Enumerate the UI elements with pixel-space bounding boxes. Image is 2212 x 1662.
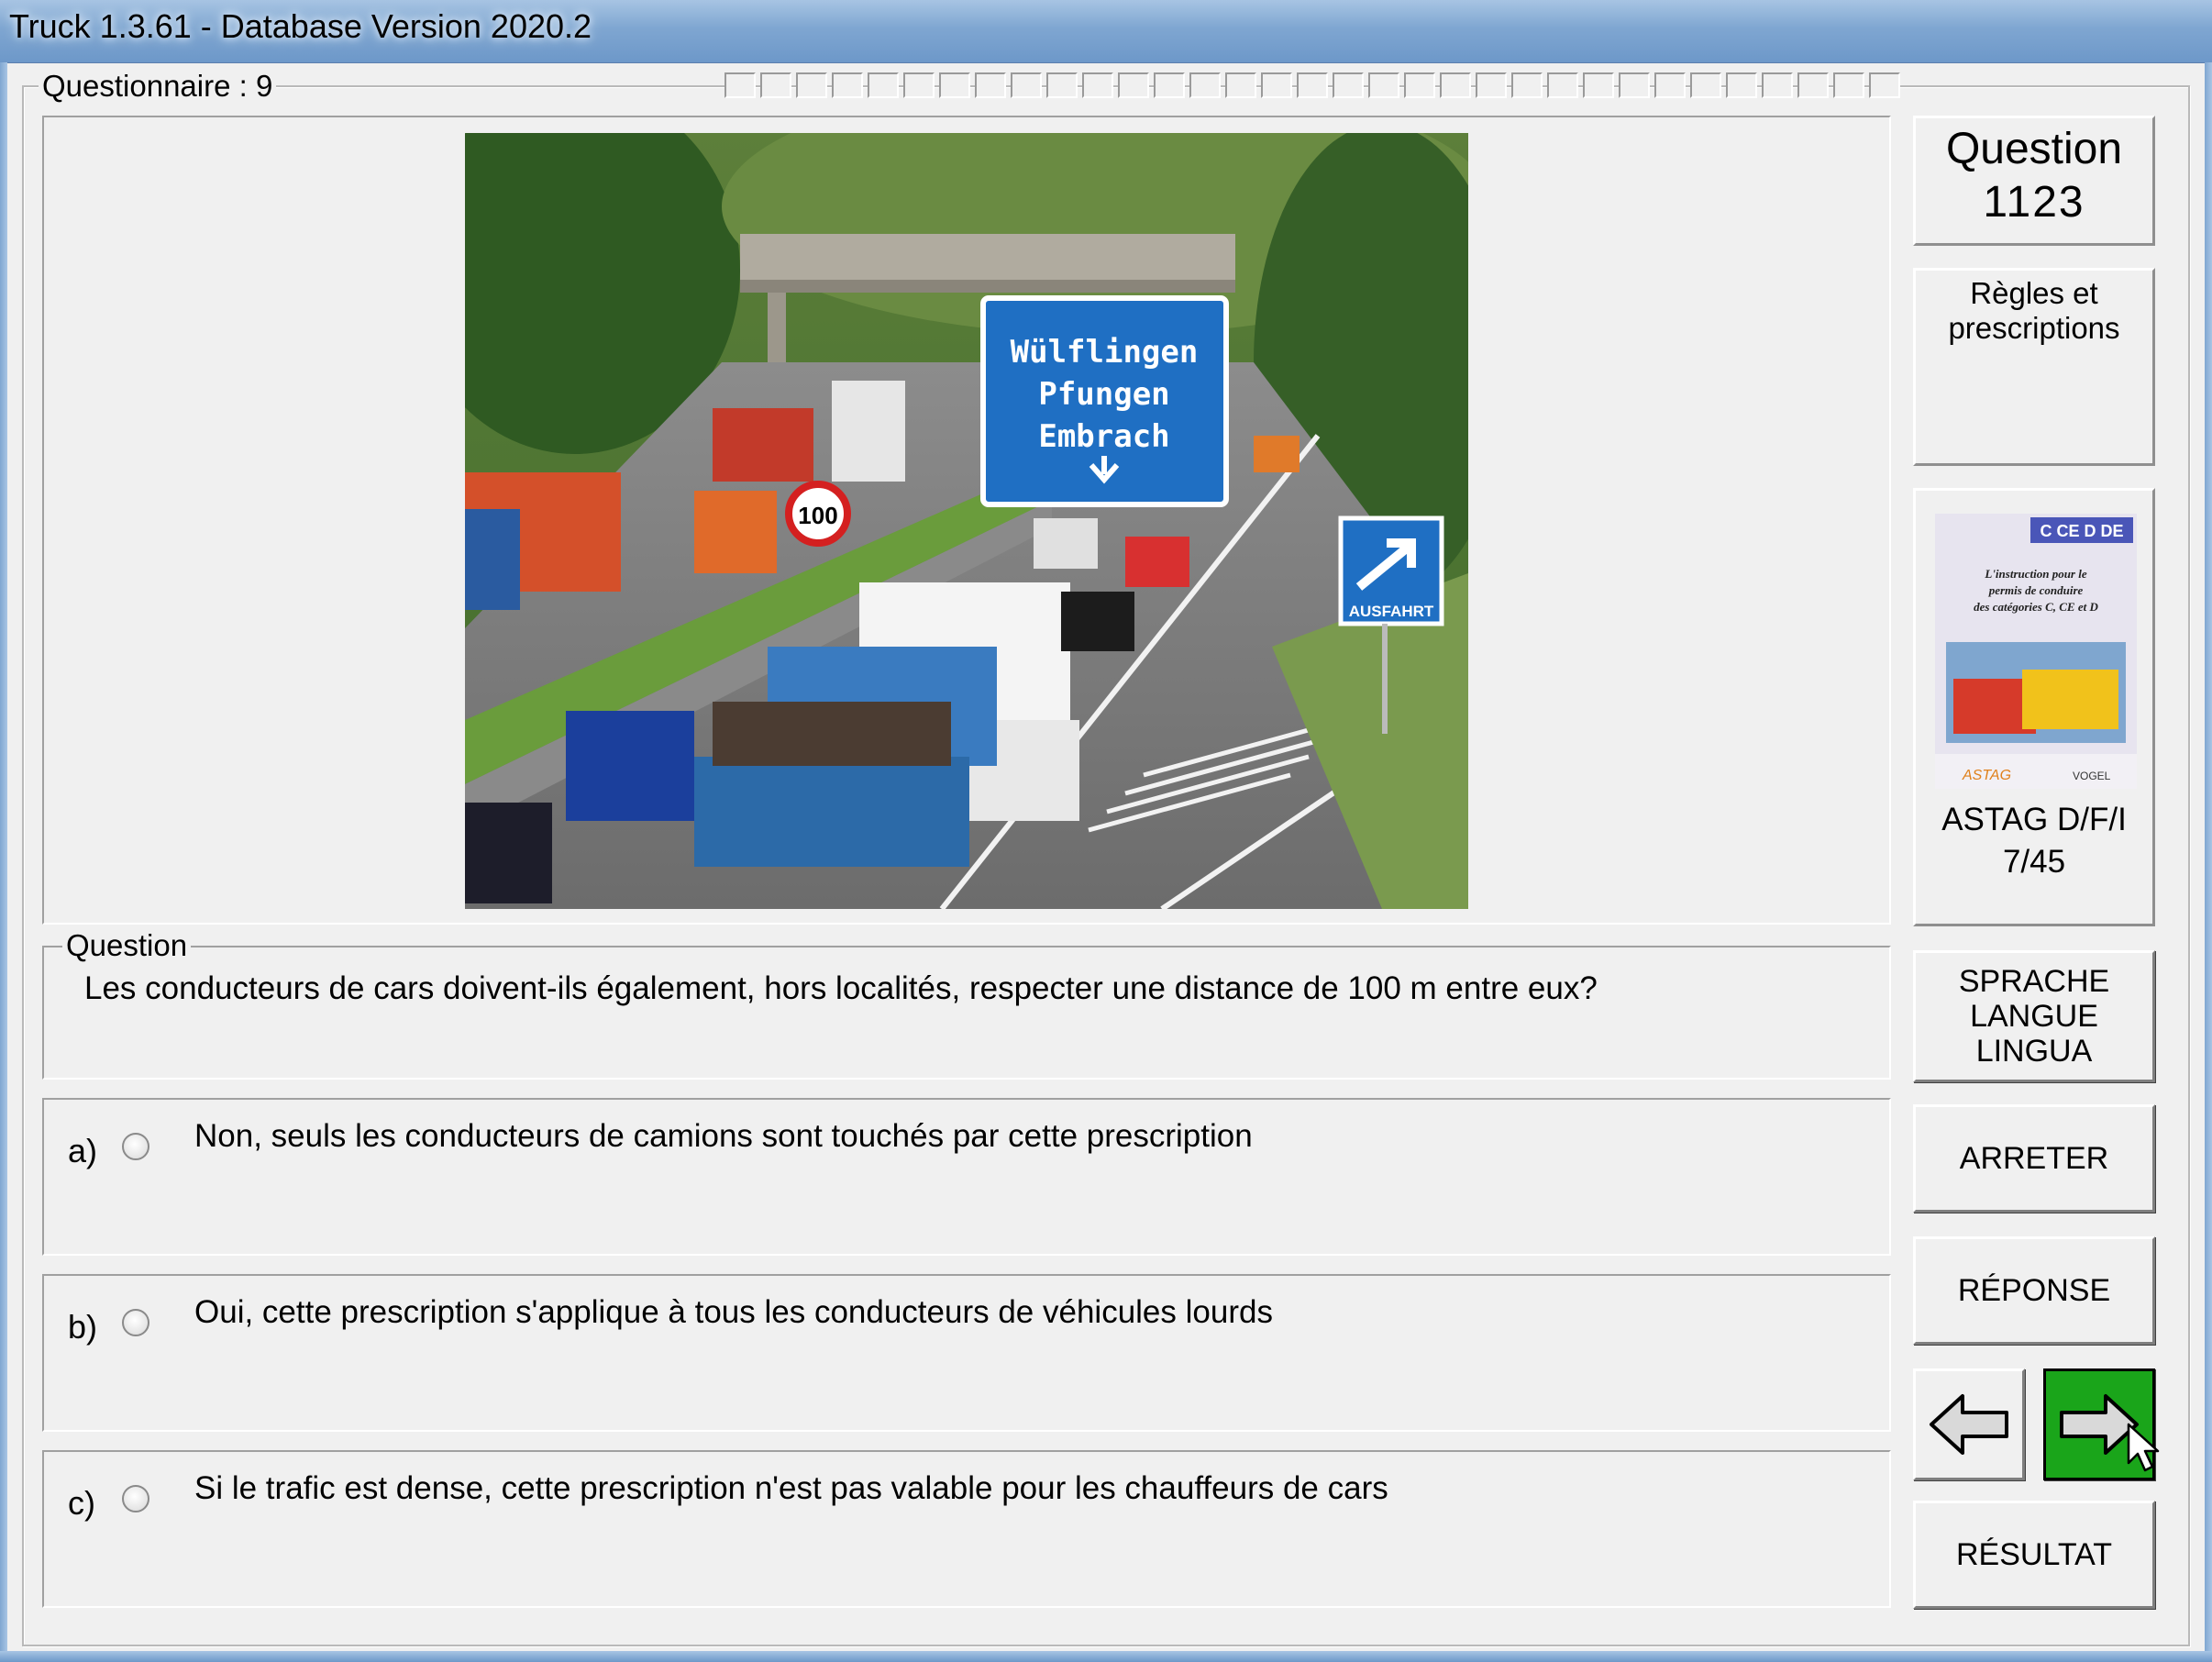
window-frame-bottom: [0, 1651, 2212, 1662]
answer-a-radio[interactable]: [122, 1133, 149, 1160]
answer-a-text[interactable]: Non, seuls les conducteurs de camions so…: [194, 1118, 1253, 1155]
book-caption-3: des catégories C, CE et D: [1974, 600, 2098, 614]
progress-cell: [1440, 72, 1471, 98]
result-button[interactable]: RÉSULTAT: [1913, 1501, 2155, 1609]
source-line-2: 7/45: [2002, 844, 2066, 880]
progress-cell: [1333, 72, 1364, 98]
window-frame-left: [0, 62, 7, 1662]
answer-c-radio[interactable]: [122, 1485, 149, 1512]
answer-c-label: c): [68, 1484, 95, 1522]
source-line-1: ASTAG D/F/I: [1941, 802, 2127, 837]
progress-cell: [1654, 72, 1686, 98]
speed-sign-text: 100: [798, 502, 837, 529]
progress-cell: [1082, 72, 1113, 98]
stop-button[interactable]: ARRETER: [1913, 1104, 2155, 1213]
sign-line-3: Embrach: [1038, 418, 1169, 455]
progress-cell: [1011, 72, 1042, 98]
answer-b-label: b): [68, 1308, 98, 1346]
next-button[interactable]: [2043, 1368, 2160, 1480]
progress-cell: [903, 72, 935, 98]
progress-cell: [1476, 72, 1507, 98]
svg-text:VOGEL: VOGEL: [2073, 770, 2111, 782]
title-bar: Truck 1.3.61 - Database Version 2020.2: [0, 0, 2212, 63]
category-line-1: Règles et: [1970, 276, 2098, 310]
question-photo: 100 Wülflingen Pfungen Embrach AUSFAHRT: [465, 133, 1468, 909]
progress-cell: [1154, 72, 1185, 98]
progress-cell: [724, 72, 756, 98]
progress-cell: [832, 72, 863, 98]
progress-cell: [796, 72, 827, 98]
progress-cell: [1833, 72, 1864, 98]
language-button[interactable]: SPRACHE LANGUE LINGUA: [1913, 950, 2155, 1082]
question-number-panel: Question 1123: [1913, 116, 2155, 246]
category-panel: Règles et prescriptions: [1913, 268, 2155, 466]
language-line-1: SPRACHE: [1958, 964, 2110, 999]
progress-cell: [1118, 72, 1149, 98]
progress-cell: [1404, 72, 1435, 98]
answer-a-label: a): [68, 1132, 98, 1169]
progress-cell: [1726, 72, 1757, 98]
previous-button[interactable]: [1913, 1368, 2025, 1480]
sign-line-1: Wülflingen: [1011, 334, 1199, 371]
progress-cell: [1583, 72, 1614, 98]
question-panel: [42, 946, 1891, 1080]
book-caption-2: permis de conduire: [1988, 583, 2084, 597]
progress-cell: [975, 72, 1006, 98]
progress-cell: [1046, 72, 1078, 98]
answer-c-text[interactable]: Si le trafic est dense, cette prescripti…: [194, 1470, 1388, 1507]
progress-cell: [1368, 72, 1399, 98]
progress-cell: [1797, 72, 1829, 98]
category-line-2: prescriptions: [1948, 311, 2120, 345]
question-number-label: Question: [1945, 125, 2123, 173]
book-caption-1: L'instruction pour le: [1984, 567, 2086, 581]
progress-cell: [1297, 72, 1328, 98]
questionnaire-legend: Questionnaire : 9: [39, 70, 277, 103]
language-line-2: LANGUE: [1970, 999, 2098, 1034]
progress-cell: [1690, 72, 1721, 98]
progress-cell: [1225, 72, 1256, 98]
book-cover-image: C CE D DE L'instruction pour le permis d…: [1935, 514, 2137, 789]
progress-cell: [1869, 72, 1900, 98]
question-number: 1123: [1983, 178, 2085, 227]
progress-cell: [1189, 72, 1221, 98]
answer-b-text[interactable]: Oui, cette prescription s'applique à tou…: [194, 1294, 1273, 1331]
progress-cell: [1762, 72, 1793, 98]
question-text: Les conducteurs de cars doivent-ils égal…: [84, 970, 1598, 1006]
progress-cell: [1619, 72, 1650, 98]
mouse-cursor-icon: [2127, 1423, 2160, 1472]
window-frame-right: [2205, 62, 2212, 1662]
arrow-left-icon: [1930, 1394, 2008, 1455]
progress-cell: [760, 72, 791, 98]
book-badge: C CE D DE: [2040, 522, 2123, 540]
progress-cell: [1261, 72, 1292, 98]
progress-cell: [1511, 72, 1543, 98]
progress-strip: [724, 72, 1900, 100]
answer-b-radio[interactable]: [122, 1309, 149, 1336]
progress-cell: [868, 72, 899, 98]
question-legend: Question: [62, 929, 192, 962]
exit-sign-text: AUSFAHRT: [1349, 603, 1434, 620]
language-line-3: LINGUA: [1975, 1034, 2093, 1069]
svg-text:ASTAG: ASTAG: [1962, 768, 2011, 783]
progress-cell: [1547, 72, 1578, 98]
window-title: Truck 1.3.61 - Database Version 2020.2: [9, 7, 592, 45]
sign-line-2: Pfungen: [1038, 376, 1169, 413]
progress-cell: [939, 72, 970, 98]
answer-button[interactable]: RÉPONSE: [1913, 1236, 2155, 1345]
